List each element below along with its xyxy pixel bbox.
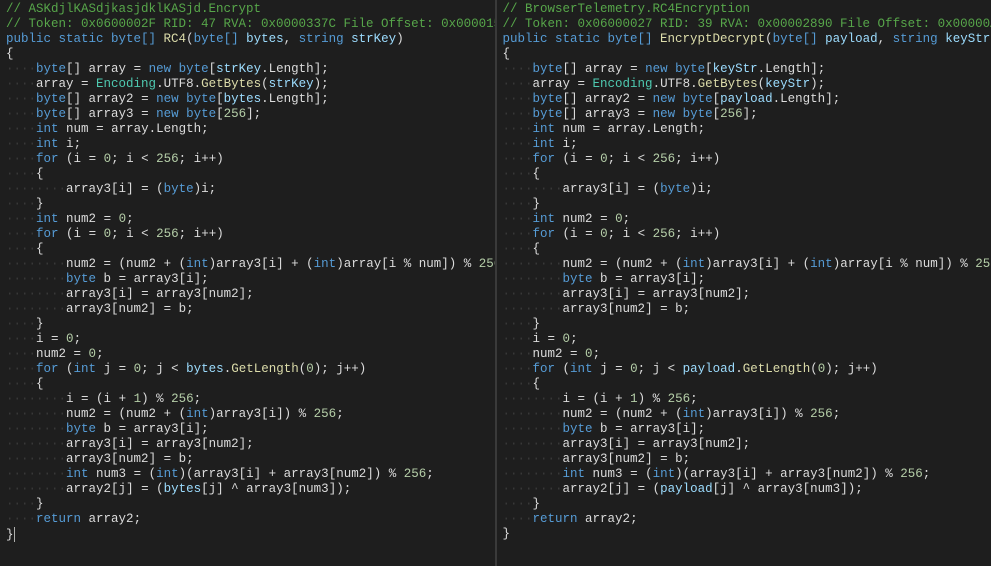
left-class-comment: // ASKdjlKASdjkasjdklKASjd.Encrypt [6,2,261,16]
left-meta-comment: // Token: 0x0600002F RID: 47 RVA: 0x0000… [6,17,495,31]
right-code-pane[interactable]: // BrowserTelemetry.RC4Encryption // Tok… [497,0,991,566]
text-cursor [14,527,15,542]
right-method-name: EncryptDecrypt [660,32,765,46]
left-code: // ASKdjlKASdjkasjdklKASjd.Encrypt // To… [6,2,489,543]
right-code: // BrowserTelemetry.RC4Encryption // Tok… [503,2,986,542]
diff-split-view: // ASKdjlKASdjkasjdklKASjd.Encrypt // To… [0,0,991,566]
right-class-comment: // BrowserTelemetry.RC4Encryption [503,2,751,16]
left-method-name: RC4 [164,32,187,46]
left-code-pane[interactable]: // ASKdjlKASdjkasjdklKASjd.Encrypt // To… [0,0,495,566]
right-meta-comment: // Token: 0x06000027 RID: 39 RVA: 0x0000… [503,17,991,31]
